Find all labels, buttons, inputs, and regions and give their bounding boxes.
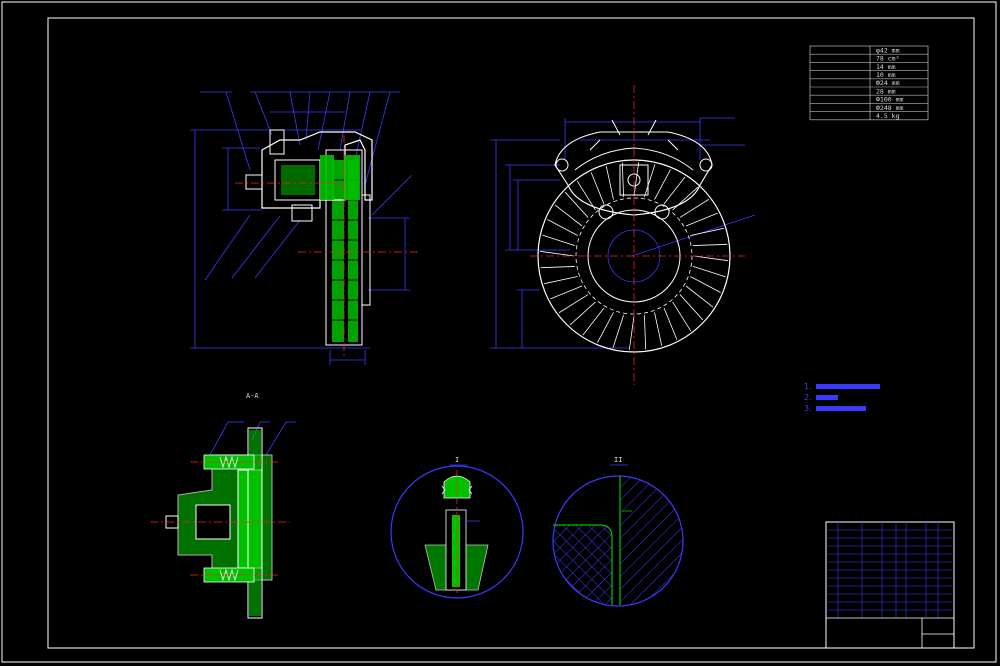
detail-2-label: II — [614, 456, 622, 464]
param-value: Ф100 mm — [876, 96, 903, 104]
param-value: Ф248 mm — [876, 104, 903, 112]
param-value: φ42 mm — [876, 46, 900, 54]
disc-side-view — [490, 85, 756, 385]
param-value: 78 cm² — [876, 55, 899, 63]
parameter-table: φ42 mm78 cm²14 mm10 mmФ24 mm28 mmФ100 mm… — [809, 45, 929, 121]
technical-requirements: 1. 2. 3. — [804, 382, 880, 413]
detail-1-label: I — [455, 456, 459, 464]
param-value: 28 mm — [876, 87, 896, 95]
tech-note-2: 2. — [804, 393, 812, 402]
param-value: 14 mm — [876, 63, 896, 71]
tech-note-1: 1. — [804, 382, 812, 391]
section-aa-view: A-A — [150, 392, 296, 619]
param-value: 4.5 kg — [876, 112, 900, 120]
title-block — [825, 521, 955, 649]
param-value: 10 mm — [876, 71, 896, 79]
param-value: Ф24 mm — [876, 79, 900, 87]
drawing-canvas: φ42 mm 78 cm² 14 mm 10 mm Ф24 mm 28 mm Ф100 mm… — [0, 0, 1000, 666]
outer-frame — [1, 1, 997, 663]
detail-view-2: II — [552, 456, 684, 607]
section-aa-label: A-A — [246, 392, 259, 400]
section-view-dimensions — [190, 91, 413, 365]
tech-note-3: 3. — [804, 404, 812, 413]
cad-drawing: φ42 mm78 cm²14 mm10 mmФ24 mm28 mmФ100 mm… — [1, 1, 997, 663]
caliper-section-view — [190, 91, 420, 365]
detail-view-1: I — [390, 456, 524, 599]
